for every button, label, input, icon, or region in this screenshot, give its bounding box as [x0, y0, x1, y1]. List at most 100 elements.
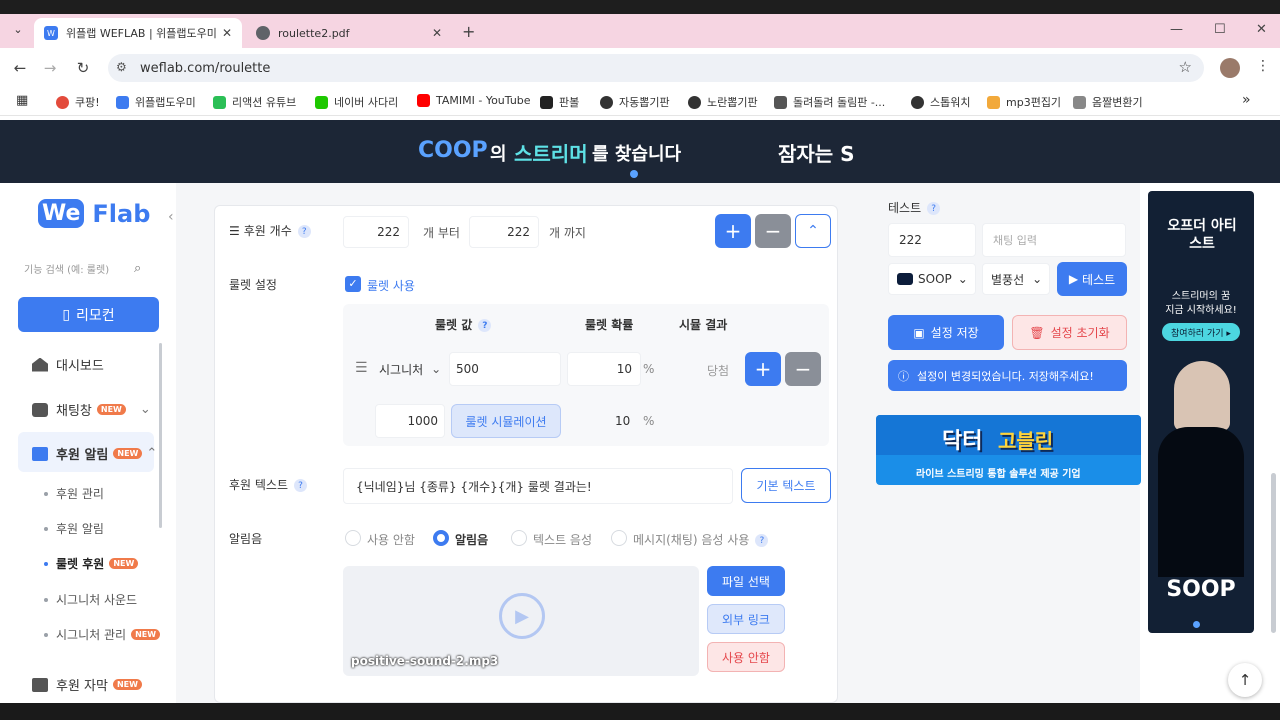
- radio-chat-voice-label: 메시지(채팅) 음성 사용?: [633, 531, 769, 548]
- bookmark-auto[interactable]: 자동뽑기판: [600, 94, 670, 110]
- bookmark-weflab[interactable]: 위플랩도우미: [116, 94, 196, 110]
- test-amount-input[interactable]: 222: [888, 223, 976, 257]
- close-tab-icon[interactable]: ✕: [222, 26, 232, 40]
- sim-count-input[interactable]: 1000: [375, 404, 445, 438]
- tab-pdf[interactable]: roulette2.pdf ✕: [246, 18, 452, 48]
- home-icon: [32, 357, 48, 372]
- collapse-chevron-icon[interactable]: ‹: [168, 209, 174, 225]
- gift-icon: [32, 446, 48, 461]
- roulette-simulation-button[interactable]: 룰렛 시뮬레이션: [451, 404, 561, 438]
- roulette-value-input[interactable]: 500: [449, 352, 561, 386]
- sub-signature-manage[interactable]: 시그니처 관리 NEW: [44, 626, 161, 643]
- sidebar-scrollbar[interactable]: [159, 343, 162, 528]
- add-entry-button[interactable]: +: [745, 352, 781, 386]
- reset-settings-button[interactable]: 🗑 설정 초기화: [1012, 315, 1127, 350]
- sub-signature-sound[interactable]: 시그니처 사운드: [44, 591, 137, 608]
- sidebar-item-dashboard[interactable]: 대시보드: [32, 355, 104, 374]
- bookmark-gif[interactable]: 옴짤변환기: [1073, 94, 1143, 110]
- site-info-icon[interactable]: ⚙: [116, 60, 127, 74]
- soop-icon: [897, 273, 913, 285]
- sidebar-item-chat[interactable]: 채팅창 NEW ⌄: [32, 400, 151, 419]
- roulette-prob-input[interactable]: 10: [567, 352, 641, 386]
- minimize-icon[interactable]: —: [1170, 22, 1183, 37]
- remove-entry-button[interactable]: −: [785, 352, 821, 386]
- top-banner[interactable]: COOP 의 스트리머 를 찾습니다 잠자는 S: [0, 120, 1280, 183]
- close-tab-icon[interactable]: ✕: [432, 26, 442, 40]
- weflab-logo[interactable]: We Flab: [38, 199, 150, 228]
- ad-title: 오프더 아티스트: [1167, 218, 1237, 252]
- info-icon: ⓘ: [898, 369, 909, 383]
- count-to-input[interactable]: 222: [469, 216, 539, 248]
- save-settings-button[interactable]: ▣ 설정 저장: [888, 315, 1004, 350]
- remote-button[interactable]: ▯ 리모컨: [18, 297, 159, 332]
- donation-kind-select[interactable]: 별풍선 ⌄: [982, 263, 1050, 295]
- roulette-use-checkbox[interactable]: ✓: [345, 276, 361, 292]
- close-window-icon[interactable]: ✕: [1256, 22, 1267, 37]
- help-icon: ?: [294, 479, 308, 492]
- roulette-label: 룰렛 설정: [229, 278, 277, 292]
- weflab-favicon: W: [44, 26, 58, 40]
- default-text-button[interactable]: 기본 텍스트: [741, 468, 831, 503]
- count-from-input[interactable]: 222: [343, 216, 409, 248]
- menu-kebab-icon[interactable]: ⋮: [1256, 58, 1270, 74]
- sidebar-item-subtitle[interactable]: 후원 자막 NEW: [32, 675, 142, 694]
- external-link-button[interactable]: 외부 링크: [707, 604, 785, 634]
- ad-line2: 지금 시작하세요!: [1165, 305, 1237, 316]
- play-icon[interactable]: ▶: [499, 593, 545, 639]
- scroll-top-icon[interactable]: ↑: [1228, 663, 1262, 697]
- type-select[interactable]: 시그니처 ⌄: [373, 352, 447, 386]
- bookmark-star-icon[interactable]: ☆: [1179, 58, 1192, 76]
- phone-icon: ▯: [62, 306, 71, 323]
- save-icon: ▣: [913, 325, 925, 340]
- chevron-up-icon: ⌃: [146, 446, 158, 461]
- search-input[interactable]: 기능 검색 (예: 룰렛): [24, 261, 152, 281]
- bookmark-mp3[interactable]: mp3편집기: [987, 94, 1061, 110]
- bookmark-youtube[interactable]: TAMIMI - YouTube: [417, 94, 531, 107]
- collapse-up-icon[interactable]: ⌃: [795, 214, 831, 248]
- bookmark-ladder[interactable]: 네이버 사다리: [315, 94, 398, 110]
- url-bar[interactable]: ⚙ weflab.com/roulette ☆: [108, 54, 1204, 82]
- header-value: 룰렛 값?: [435, 316, 492, 333]
- side-ad[interactable]: 오프더 아티스트 스트리머의 꿈 지금 시작하세요! 참여하러 가기 ▸ SOO…: [1148, 191, 1254, 633]
- drag-handle-icon[interactable]: ☰: [355, 360, 368, 376]
- sub-donation-manage[interactable]: 후원 관리: [44, 485, 104, 502]
- bookmark-panbol[interactable]: 판볼: [540, 94, 579, 110]
- apps-grid-icon[interactable]: ▦: [16, 93, 28, 108]
- sound-off-button[interactable]: 사용 안함: [707, 642, 785, 672]
- add-row-button[interactable]: +: [715, 214, 751, 248]
- chat-input[interactable]: 채팅 입력: [982, 223, 1126, 257]
- forward-icon[interactable]: →: [40, 58, 60, 78]
- sub-roulette[interactable]: 룰렛 후원 NEW: [44, 555, 139, 572]
- tab-weflab[interactable]: W 위플랩 WEFLAB | 위플랩도우미 ✕: [34, 18, 242, 48]
- platform-select[interactable]: SOOP ⌄: [888, 263, 976, 295]
- globe-icon: [256, 26, 270, 40]
- test-button[interactable]: ▶ 테스트: [1057, 262, 1127, 296]
- ad-cta-button[interactable]: 참여하러 가기 ▸: [1162, 323, 1240, 341]
- bookmark-stopwatch[interactable]: 스톱워치: [911, 94, 970, 110]
- tab-list-icon[interactable]: ⌄: [10, 23, 26, 39]
- browser-chrome: ⌄ W 위플랩 WEFLAB | 위플랩도우미 ✕ roulette2.pdf …: [0, 0, 1280, 120]
- radio-none[interactable]: [345, 530, 361, 546]
- reload-icon[interactable]: ↻: [73, 58, 93, 78]
- promo-banner[interactable]: 닥터 고블린 라이브 스트리밍 통합 솔루션 제공 기업: [876, 415, 1141, 485]
- radio-chat-voice[interactable]: [611, 530, 627, 546]
- radio-tts-label: 텍스트 음성: [533, 533, 593, 547]
- back-icon[interactable]: ←: [10, 58, 30, 78]
- bookmark-wheel[interactable]: 돌려돌려 돌림판 -...: [774, 94, 885, 110]
- bookmarks-more[interactable]: »: [1242, 92, 1251, 108]
- page-scrollbar[interactable]: [1271, 473, 1276, 633]
- maximize-icon[interactable]: ☐: [1214, 22, 1226, 37]
- sub-donation-alert[interactable]: 후원 알림: [44, 520, 104, 537]
- search-icon[interactable]: ⌕: [134, 261, 141, 276]
- bookmark-coupang[interactable]: 쿠팡!: [56, 94, 100, 110]
- donation-text-input[interactable]: {닉네임}님 {종류} {개수}{개} 룰렛 결과는!: [343, 468, 733, 504]
- bookmark-yellow[interactable]: 노란뽑기판: [688, 94, 758, 110]
- remove-row-button[interactable]: −: [755, 214, 791, 248]
- file-select-button[interactable]: 파일 선택: [707, 566, 785, 596]
- radio-alert-sound[interactable]: [433, 530, 449, 546]
- new-tab-button[interactable]: +: [462, 22, 475, 41]
- bookmark-reaction[interactable]: 리액션 유튜브: [213, 94, 296, 110]
- sidebar-item-donation-alert[interactable]: 후원 알림 NEW ⌃: [32, 444, 157, 463]
- radio-tts[interactable]: [511, 530, 527, 546]
- profile-avatar[interactable]: [1220, 58, 1240, 78]
